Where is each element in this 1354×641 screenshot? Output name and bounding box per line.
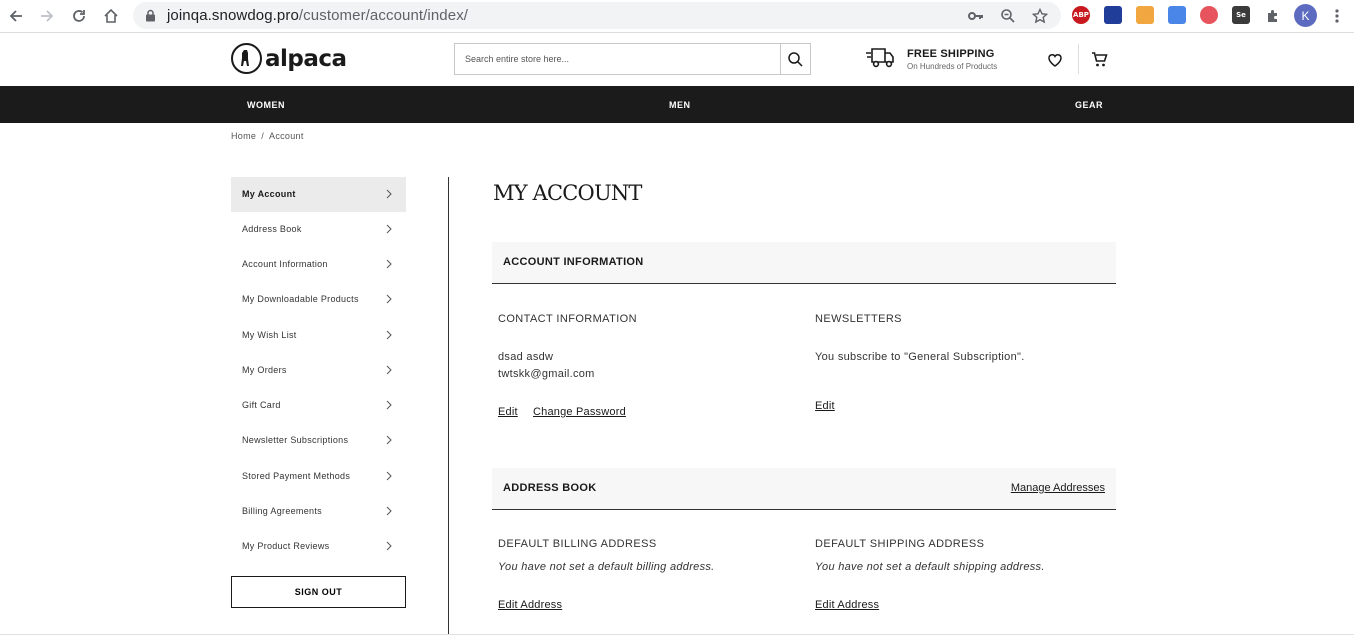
sidebar-item-label: Newsletter Subscriptions <box>242 435 349 445</box>
back-arrow-icon[interactable] <box>4 4 28 28</box>
news-extension-icon[interactable] <box>1104 6 1122 24</box>
sidebar-item-label: My Downloadable Products <box>242 294 359 304</box>
home-icon[interactable] <box>99 4 123 28</box>
chevron-right-icon <box>386 259 392 269</box>
account-information-header: ACCOUNT INFORMATION <box>492 242 1116 284</box>
shipping-title: FREE SHIPPING <box>907 48 995 60</box>
sign-out-button[interactable]: SIGN OUT <box>231 576 406 608</box>
browser-toolbar: joinqa.snowdog.pro/customer/account/inde… <box>0 0 1354 33</box>
default-billing-label: DEFAULT BILLING ADDRESS <box>498 538 657 550</box>
newsletters-status: You subscribe to "General Subscription". <box>815 351 1025 363</box>
sidebar-item-downloadable-products[interactable]: My Downloadable Products <box>231 282 406 317</box>
wishlist-heart-icon[interactable] <box>1047 52 1063 68</box>
edit-newsletters-link[interactable]: Edit <box>815 400 835 412</box>
newsletters-label: NEWSLETTERS <box>815 313 902 325</box>
sidebar-item-label: My Product Reviews <box>242 541 330 551</box>
address-bar[interactable]: joinqa.snowdog.pro/customer/account/inde… <box>133 2 1061 29</box>
site-logo[interactable]: alpaca <box>231 43 347 74</box>
sidebar-item-orders[interactable]: My Orders <box>231 353 406 388</box>
sidebar-item-account-information[interactable]: Account Information <box>231 247 406 282</box>
header-divider <box>1078 44 1079 74</box>
search-input[interactable] <box>455 44 780 74</box>
chevron-right-icon <box>386 365 392 375</box>
profile-avatar[interactable]: K <box>1294 4 1317 27</box>
chevron-right-icon <box>386 294 392 304</box>
chevron-right-icon <box>386 506 392 516</box>
search-button[interactable] <box>780 44 810 74</box>
address-book-header: ADDRESS BOOK Manage Addresses <box>492 468 1116 510</box>
sidebar-item-product-reviews[interactable]: My Product Reviews <box>231 529 406 564</box>
sidebar-item-label: Stored Payment Methods <box>242 471 351 481</box>
sidebar-item-label: Billing Agreements <box>242 506 322 516</box>
chevron-right-icon <box>386 471 392 481</box>
sidebar-item-billing-agreements[interactable]: Billing Agreements <box>231 494 406 529</box>
nav-women[interactable]: WOMEN <box>247 100 285 110</box>
sidebar-item-label: My Wish List <box>242 330 297 340</box>
breadcrumb-separator: / <box>261 131 265 141</box>
shield-extension-icon[interactable] <box>1200 6 1218 24</box>
forward-arrow-icon[interactable] <box>35 4 59 28</box>
key-icon[interactable] <box>966 6 986 26</box>
chevron-right-icon <box>386 189 392 199</box>
sidebar-item-my-account[interactable]: My Account <box>231 177 406 212</box>
sidebar-item-label: Address Book <box>242 224 302 234</box>
sidebar-item-gift-card[interactable]: Gift Card <box>231 388 406 423</box>
chevron-right-icon <box>386 435 392 445</box>
sidebar-item-newsletter-subscriptions[interactable]: Newsletter Subscriptions <box>231 423 406 458</box>
sidebar-item-wish-list[interactable]: My Wish List <box>231 318 406 353</box>
sidebar-item-label: My Account <box>242 189 296 199</box>
edit-shipping-address-link[interactable]: Edit Address <box>815 599 879 611</box>
search-box <box>454 43 811 75</box>
section-title: ADDRESS BOOK <box>503 482 597 494</box>
sidebar-item-label: Account Information <box>242 259 328 269</box>
default-billing-text: You have not set a default billing addre… <box>498 561 715 573</box>
breadcrumb-current: Account <box>269 131 304 141</box>
reload-icon[interactable] <box>67 4 91 28</box>
cart-icon[interactable] <box>1091 51 1108 68</box>
delivery-truck-icon <box>866 48 894 68</box>
chevron-right-icon <box>386 330 392 340</box>
kebab-menu-icon[interactable] <box>1325 4 1349 28</box>
edit-contact-link[interactable]: Edit <box>498 406 518 418</box>
page-bottom-border <box>0 634 1354 635</box>
chevron-right-icon <box>386 541 392 551</box>
logo-text: alpaca <box>265 45 347 72</box>
customer-email: twtskk@gmail.com <box>498 368 595 380</box>
breadcrumb: Home / Account <box>231 131 304 141</box>
chevron-right-icon <box>386 224 392 234</box>
url-text: joinqa.snowdog.pro/customer/account/inde… <box>167 7 469 24</box>
shipping-subtitle: On Hundreds of Products <box>907 62 998 71</box>
contact-information-label: CONTACT INFORMATION <box>498 313 637 325</box>
breadcrumb-home[interactable]: Home <box>231 131 256 141</box>
edit-billing-address-link[interactable]: Edit Address <box>498 599 562 611</box>
free-shipping-banner: FREE SHIPPING On Hundreds of Products <box>865 45 997 74</box>
page-title: MY ACCOUNT <box>493 181 642 205</box>
translate-extension-icon[interactable] <box>1168 6 1186 24</box>
search-icon <box>788 51 803 67</box>
default-shipping-label: DEFAULT SHIPPING ADDRESS <box>815 538 985 550</box>
nav-gear[interactable]: GEAR <box>1075 100 1103 110</box>
main-navigation: WOMEN MEN GEAR <box>0 86 1354 123</box>
zoom-out-icon[interactable] <box>998 6 1018 26</box>
nav-men[interactable]: MEN <box>669 100 691 110</box>
alpaca-logo-icon <box>231 43 262 74</box>
sidebar-item-address-book[interactable]: Address Book <box>231 212 406 247</box>
content-divider <box>448 177 449 634</box>
default-shipping-text: You have not set a default shipping addr… <box>815 561 1045 573</box>
customer-name: dsad asdw <box>498 351 554 363</box>
sidebar-item-label: Gift Card <box>242 400 281 410</box>
selenium-extension-icon[interactable]: Se <box>1232 6 1250 24</box>
sidebar-item-label: My Orders <box>242 365 287 375</box>
puzzle-extensions-icon[interactable] <box>1261 4 1285 28</box>
manage-addresses-link[interactable]: Manage Addresses <box>1011 482 1105 494</box>
mail-extension-icon[interactable] <box>1136 6 1154 24</box>
section-title: ACCOUNT INFORMATION <box>503 256 644 268</box>
chevron-right-icon <box>386 400 392 410</box>
lock-icon <box>145 9 156 27</box>
sidebar-item-stored-payment-methods[interactable]: Stored Payment Methods <box>231 459 406 494</box>
change-password-link[interactable]: Change Password <box>533 406 626 418</box>
adblock-plus-icon[interactable]: ABP <box>1072 6 1090 24</box>
star-bookmark-icon[interactable] <box>1030 6 1050 26</box>
